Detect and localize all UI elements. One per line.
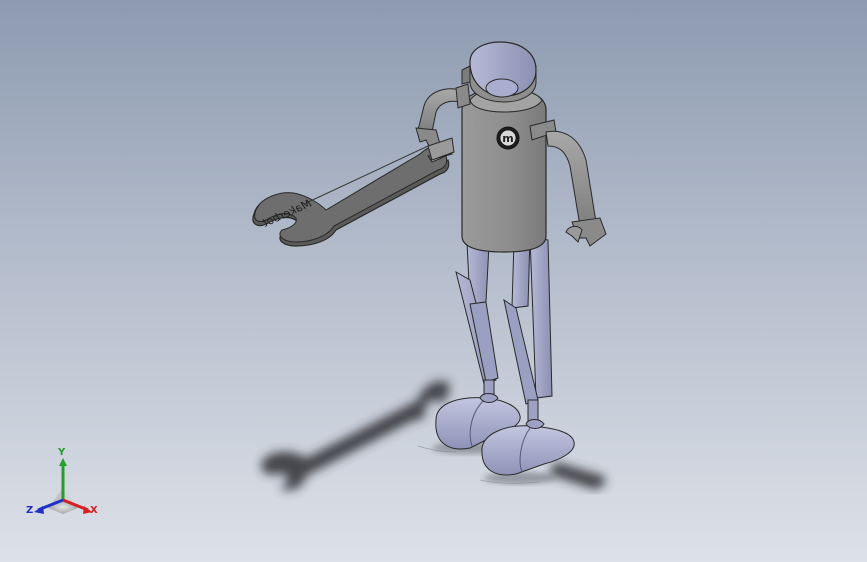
triad-x-label: X: [90, 505, 98, 516]
robot-leg-right[interactable]: [503, 235, 553, 423]
model-scene[interactable]: Makerbot m: [0, 0, 867, 562]
triad-y-label: Y: [58, 447, 66, 458]
triad-z-label: Z: [26, 505, 34, 516]
robot-torso[interactable]: m: [455, 83, 557, 253]
wrench[interactable]: Makerbot: [252, 145, 454, 247]
chest-logo-letter: m: [502, 132, 513, 145]
graphics-viewport[interactable]: Makerbot m Y X Z: [0, 0, 867, 562]
robot-head[interactable]: [461, 41, 537, 103]
view-orientation-triad[interactable]: Y X Z: [26, 448, 102, 520]
robot-arm-left[interactable]: [415, 88, 463, 161]
robot-arm-right[interactable]: [545, 130, 607, 247]
